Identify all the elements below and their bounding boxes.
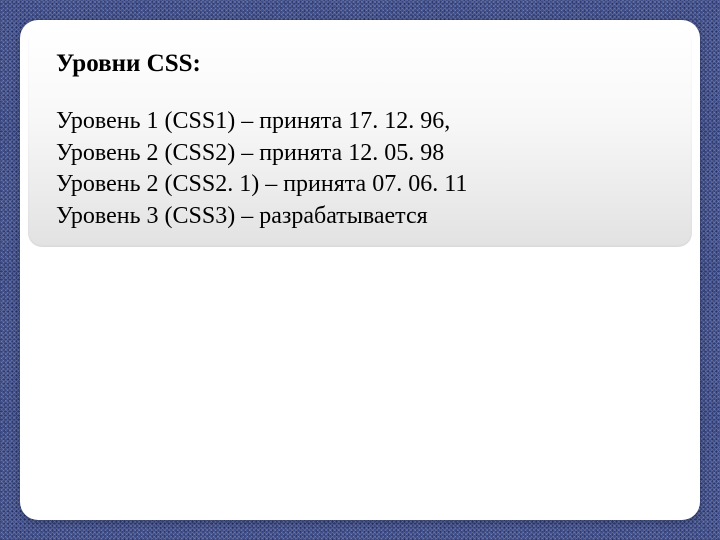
content-band: Уровни CSS: Уровень 1 (CSS1) – принята 1… xyxy=(28,28,692,247)
body-line: Уровень 2 (CSS2. 1) – принята 07. 06. 11 xyxy=(56,169,664,201)
slide-container: Уровни CSS: Уровень 1 (CSS1) – принята 1… xyxy=(20,20,700,520)
body-line: Уровень 2 (CSS2) – принята 12. 05. 98 xyxy=(56,138,664,170)
body-line: Уровень 3 (CSS3) – разрабатывается xyxy=(56,201,664,233)
body-line: Уровень 1 (CSS1) – принята 17. 12. 96, xyxy=(56,106,664,138)
slide-title: Уровни CSS: xyxy=(56,50,664,78)
